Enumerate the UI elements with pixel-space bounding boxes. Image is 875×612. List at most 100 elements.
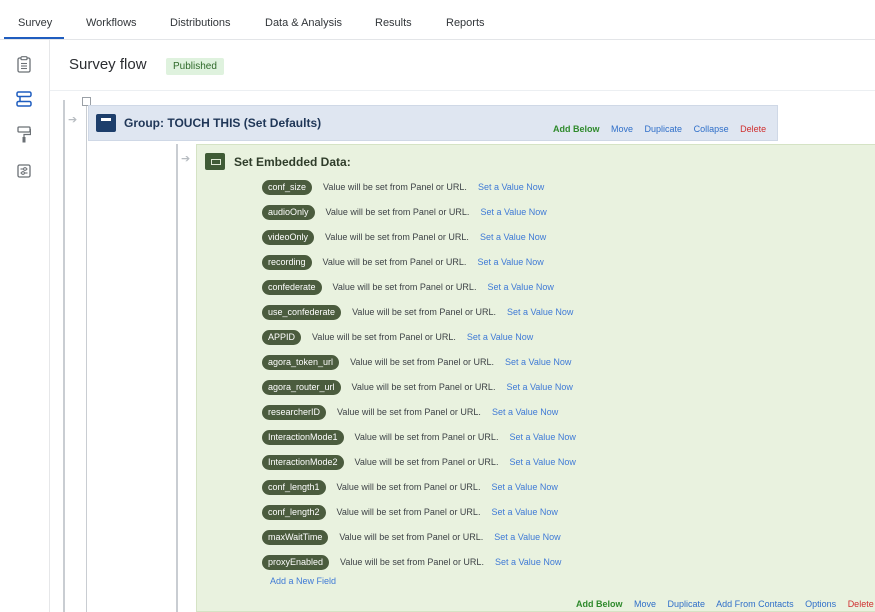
set-value-link[interactable]: Set a Value Now (494, 532, 560, 542)
flow-arrow-icon: ➔ (181, 153, 191, 165)
field-value-text: Value will be set from Panel or URL. (351, 382, 496, 392)
group-move-button[interactable]: Move (611, 124, 633, 134)
field-name-pill[interactable]: confederate (262, 279, 322, 295)
embedded-field-row: APPID Value will be set from Panel or URL… (262, 329, 533, 345)
header-divider (50, 90, 875, 91)
field-name-pill[interactable]: videoOnly (262, 229, 315, 245)
embedded-data-title: Set Embedded Data: (234, 155, 351, 169)
set-value-link[interactable]: Set a Value Now (506, 382, 572, 392)
group-collapse-button[interactable]: Collapse (694, 124, 729, 134)
tab-workflows[interactable]: Workflows (86, 17, 137, 29)
group-duplicate-button[interactable]: Duplicate (645, 124, 683, 134)
embedded-delete-button[interactable]: Delete (848, 599, 874, 609)
set-value-link[interactable]: Set a Value Now (491, 507, 557, 517)
field-value-text: Value will be set from Panel or URL. (312, 332, 456, 342)
field-name-pill[interactable]: agora_token_url (262, 354, 340, 370)
embedded-field-row: conf_size Value will be set from Panel or… (262, 179, 544, 195)
field-value-text: Value will be set from Panel or URL. (337, 407, 481, 417)
clipboard-icon[interactable] (14, 54, 34, 74)
field-value-text: Value will be set from Panel or URL. (339, 532, 484, 542)
embedded-field-row: agora_token_url Value will be set from Pa… (262, 354, 571, 370)
tab-results[interactable]: Results (375, 17, 412, 29)
field-name-pill[interactable]: InteractionMode1 (262, 429, 344, 445)
page-title: Survey flow (69, 56, 147, 73)
embedded-data-actions: Add Below Move Duplicate Add From Contac… (576, 599, 875, 609)
tab-data-analysis[interactable]: Data & Analysis (265, 17, 342, 29)
embedded-field-row: videoOnly Value will be set from Panel or… (262, 229, 546, 245)
field-name-pill[interactable]: agora_router_url (262, 379, 341, 395)
embedded-field-row: conf_length2 Value will be set from Panel… (262, 504, 558, 520)
tab-reports[interactable]: Reports (446, 17, 485, 29)
set-value-link[interactable]: Set a Value Now (509, 457, 575, 467)
embedded-field-row: agora_router_url Value will be set from P… (262, 379, 573, 395)
set-value-link[interactable]: Set a Value Now (478, 182, 544, 192)
embedded-data-icon (205, 153, 225, 170)
field-name-pill[interactable]: researcherID (262, 404, 327, 420)
embedded-field-row: maxWaitTime Value will be set from Panel … (262, 529, 561, 545)
set-value-link[interactable]: Set a Value Now (480, 207, 546, 217)
field-value-text: Value will be set from Panel or URL. (336, 507, 481, 517)
field-name-pill[interactable]: conf_size (262, 179, 313, 195)
top-navigation: Survey Workflows Distributions Data & An… (0, 0, 875, 40)
tab-survey[interactable]: Survey (3, 17, 65, 39)
embedded-field-row: audioOnly Value will be set from Panel or… (262, 204, 547, 220)
set-value-link[interactable]: Set a Value Now (477, 257, 543, 267)
group-delete-button[interactable]: Delete (740, 124, 766, 134)
field-value-text: Value will be set from Panel or URL. (325, 207, 470, 217)
embedded-options-button[interactable]: Options (805, 599, 836, 609)
field-value-text: Value will be set from Panel or URL. (354, 432, 499, 442)
add-from-contacts-button[interactable]: Add From Contacts (716, 599, 794, 609)
field-name-pill[interactable]: proxyEnabled (262, 554, 330, 570)
field-name-pill[interactable]: use_confederate (262, 304, 342, 320)
embedded-field-row: InteractionMode2 Value will be set from P… (262, 454, 576, 470)
field-name-pill[interactable]: conf_length2 (262, 504, 326, 520)
flow-arrow-icon: ➔ (68, 114, 78, 126)
set-value-link[interactable]: Set a Value Now (491, 482, 557, 492)
set-value-link[interactable]: Set a Value Now (480, 232, 546, 242)
group-icon (96, 114, 116, 132)
group-title: Group: TOUCH THIS (Set Defaults) (124, 116, 322, 130)
field-value-text: Value will be set from Panel or URL. (340, 557, 484, 567)
survey-flow-icon[interactable] (14, 89, 34, 109)
embedded-field-row: proxyEnabled Value will be set from Panel… (262, 554, 561, 570)
field-name-pill[interactable]: conf_length1 (262, 479, 326, 495)
field-name-pill[interactable]: InteractionMode2 (262, 454, 344, 470)
field-value-text: Value will be set from Panel or URL. (336, 482, 481, 492)
field-value-text: Value will be set from Panel or URL. (322, 257, 467, 267)
tab-distributions[interactable]: Distributions (170, 17, 231, 29)
flow-connector-line (86, 106, 87, 612)
status-badge: Published (166, 58, 224, 75)
tools-icon[interactable] (14, 161, 34, 181)
field-name-pill[interactable]: recording (262, 254, 312, 270)
flow-connector-line (63, 100, 65, 612)
field-value-text: Value will be set from Panel or URL. (323, 182, 467, 192)
flow-connector-line (176, 144, 178, 612)
embedded-field-row: researcherID Value will be set from Panel… (262, 404, 558, 420)
field-name-pill[interactable]: APPID (262, 329, 302, 345)
set-value-link[interactable]: Set a Value Now (507, 307, 573, 317)
embedded-field-row: InteractionMode1 Value will be set from P… (262, 429, 576, 445)
field-name-pill[interactable]: maxWaitTime (262, 529, 329, 545)
set-value-link[interactable]: Set a Value Now (467, 332, 533, 342)
field-value-text: Value will be set from Panel or URL. (352, 307, 496, 317)
embedded-field-row: use_confederate Value will be set from Pa… (262, 304, 573, 320)
embedded-move-button[interactable]: Move (634, 599, 656, 609)
left-rail (0, 40, 50, 612)
set-value-link[interactable]: Set a Value Now (492, 407, 558, 417)
add-new-field-link[interactable]: Add a New Field (270, 576, 336, 586)
set-value-link[interactable]: Set a Value Now (509, 432, 575, 442)
paint-roller-icon[interactable] (14, 124, 34, 144)
set-value-link[interactable]: Set a Value Now (495, 557, 561, 567)
set-value-link[interactable]: Set a Value Now (487, 282, 553, 292)
embedded-field-row: confederate Value will be set from Panel … (262, 279, 554, 295)
set-value-link[interactable]: Set a Value Now (505, 357, 571, 367)
field-name-pill[interactable]: audioOnly (262, 204, 315, 220)
embedded-duplicate-button[interactable]: Duplicate (668, 599, 706, 609)
embedded-field-row: recording Value will be set from Panel or… (262, 254, 544, 270)
embedded-field-row: conf_length1 Value will be set from Panel… (262, 479, 558, 495)
embedded-add-below-button[interactable]: Add Below (576, 599, 623, 609)
field-value-text: Value will be set from Panel or URL. (350, 357, 494, 367)
field-value-text: Value will be set from Panel or URL. (354, 457, 499, 467)
group-add-below-button[interactable]: Add Below (553, 124, 600, 134)
field-value-text: Value will be set from Panel or URL. (332, 282, 477, 292)
